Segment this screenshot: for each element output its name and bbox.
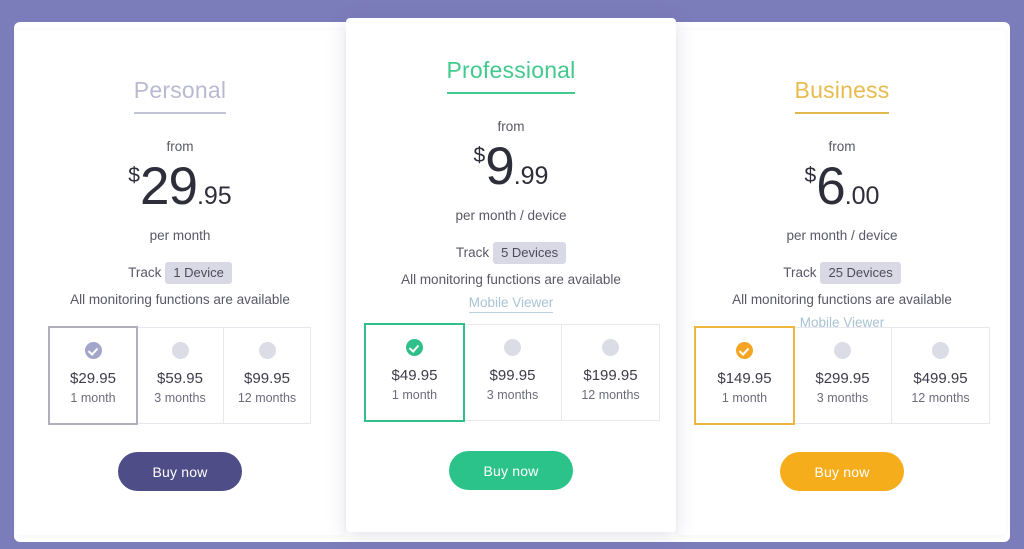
- track-label-personal: Track: [128, 265, 162, 281]
- feature-text-business: All monitoring functions are available: [732, 292, 952, 308]
- mobile-viewer-wrap-professional: Mobile Viewer: [346, 294, 676, 314]
- radio-circle-icon: [171, 342, 189, 359]
- plan-title-personal: Personal: [133, 77, 227, 115]
- feature-text-personal: All monitoring functions are available: [70, 292, 290, 308]
- plan-title-wrap-professional: Professional: [346, 57, 676, 95]
- track-line-business: Track 25 Devices: [678, 262, 1006, 285]
- option-price: $199.95: [583, 367, 638, 384]
- billing-option-business-3[interactable]: $499.95 12 months: [892, 327, 990, 424]
- buy-now-button-personal[interactable]: Buy now: [118, 452, 242, 491]
- radio-circle-icon: [504, 339, 521, 356]
- radio-circle-icon: [602, 339, 619, 356]
- track-badge-personal: 1 Device: [165, 262, 232, 285]
- option-price: $49.95: [391, 367, 438, 384]
- pricing-card-business: Business from $6.00 per month / device T…: [678, 30, 1006, 535]
- plan-price-personal: $29.95: [16, 160, 344, 213]
- option-term: 3 months: [154, 390, 206, 405]
- option-price: $299.95: [815, 370, 870, 387]
- option-price: $499.95: [913, 370, 968, 387]
- option-price: $149.95: [717, 370, 772, 387]
- billing-option-professional-3[interactable]: $199.95 12 months: [562, 324, 660, 421]
- billing-option-personal-2[interactable]: $59.95 3 months: [137, 327, 224, 424]
- buy-now-button-professional[interactable]: Buy now: [449, 451, 573, 490]
- price-fraction-personal: .95: [196, 182, 232, 211]
- plan-title-wrap-business: Business: [678, 77, 1006, 115]
- billing-options-personal: $29.95 1 month $59.95 3 months $99.95 12…: [48, 326, 311, 425]
- price-fraction-professional: .99: [513, 162, 549, 191]
- price-currency-professional: $: [473, 144, 486, 168]
- option-term: 12 months: [581, 387, 640, 402]
- price-period-business: per month / device: [786, 228, 898, 244]
- track-label-professional: Track: [455, 245, 490, 261]
- plan-title-professional: Professional: [446, 57, 576, 95]
- price-period-personal: per month: [149, 228, 211, 244]
- option-price: $99.95: [244, 370, 290, 387]
- radio-circle-icon: [834, 342, 851, 359]
- track-line-personal: Track 1 Device: [16, 262, 344, 285]
- from-label-business: from: [828, 139, 856, 155]
- option-term: 12 months: [237, 390, 297, 405]
- radio-circle-icon: [258, 342, 276, 359]
- option-price: $59.95: [157, 370, 203, 387]
- option-term: 3 months: [486, 387, 539, 402]
- billing-option-business-1[interactable]: $149.95 1 month: [694, 326, 795, 425]
- pricing-card-professional: Professional from $9.99 per month / devi…: [346, 18, 676, 532]
- billing-option-professional-2[interactable]: $99.95 3 months: [464, 324, 562, 421]
- track-label-business: Track: [783, 265, 817, 281]
- billing-option-business-2[interactable]: $299.95 3 months: [794, 327, 892, 424]
- plan-title-business: Business: [794, 77, 890, 115]
- price-period-professional: per month / device: [455, 208, 567, 224]
- plan-title-wrap-personal: Personal: [16, 77, 344, 115]
- card-header-business: Business from $6.00 per month / device T…: [678, 30, 1006, 334]
- card-header-professional: Professional from $9.99 per month / devi…: [346, 18, 676, 314]
- option-term: 1 month: [70, 390, 116, 405]
- from-label-personal: from: [166, 139, 194, 155]
- billing-options-professional: $49.95 1 month $99.95 3 months $199.95 1…: [364, 323, 660, 422]
- price-currency-business: $: [804, 164, 817, 188]
- radio-circle-icon: [932, 342, 949, 359]
- mobile-viewer-link-professional[interactable]: Mobile Viewer: [468, 295, 554, 314]
- option-term: 3 months: [816, 390, 869, 405]
- check-circle-icon: [84, 342, 102, 359]
- from-label-professional: from: [497, 119, 525, 135]
- billing-option-personal-1[interactable]: $29.95 1 month: [48, 326, 138, 425]
- option-term: 12 months: [911, 390, 970, 405]
- track-line-professional: Track 5 Devices: [346, 242, 676, 265]
- pricing-card-personal: Personal from $29.95 per month Track 1 De…: [16, 30, 344, 535]
- option-term: 1 month: [391, 387, 438, 402]
- card-header-personal: Personal from $29.95 per month Track 1 De…: [16, 30, 344, 307]
- check-circle-icon: [406, 339, 423, 356]
- option-term: 1 month: [721, 390, 768, 405]
- price-whole-personal: 29: [139, 157, 198, 217]
- price-currency-personal: $: [128, 164, 140, 188]
- option-price: $99.95: [489, 367, 536, 384]
- price-whole-business: 6: [816, 157, 846, 217]
- track-badge-business: 25 Devices: [820, 262, 901, 285]
- feature-text-professional: All monitoring functions are available: [401, 272, 621, 288]
- billing-option-personal-3[interactable]: $99.95 12 months: [224, 327, 311, 424]
- check-circle-icon: [736, 342, 753, 359]
- buy-now-button-business[interactable]: Buy now: [780, 452, 904, 491]
- plan-price-professional: $9.99: [346, 140, 676, 193]
- option-price: $29.95: [70, 370, 116, 387]
- billing-option-professional-1[interactable]: $49.95 1 month: [364, 323, 465, 422]
- track-badge-professional: 5 Devices: [493, 242, 567, 265]
- billing-options-business: $149.95 1 month $299.95 3 months $499.95…: [694, 326, 990, 425]
- price-whole-professional: 9: [485, 137, 515, 197]
- pricing-page: Personal from $29.95 per month Track 1 De…: [0, 0, 1024, 549]
- plan-price-business: $6.00: [678, 160, 1006, 213]
- price-fraction-business: .00: [844, 182, 880, 211]
